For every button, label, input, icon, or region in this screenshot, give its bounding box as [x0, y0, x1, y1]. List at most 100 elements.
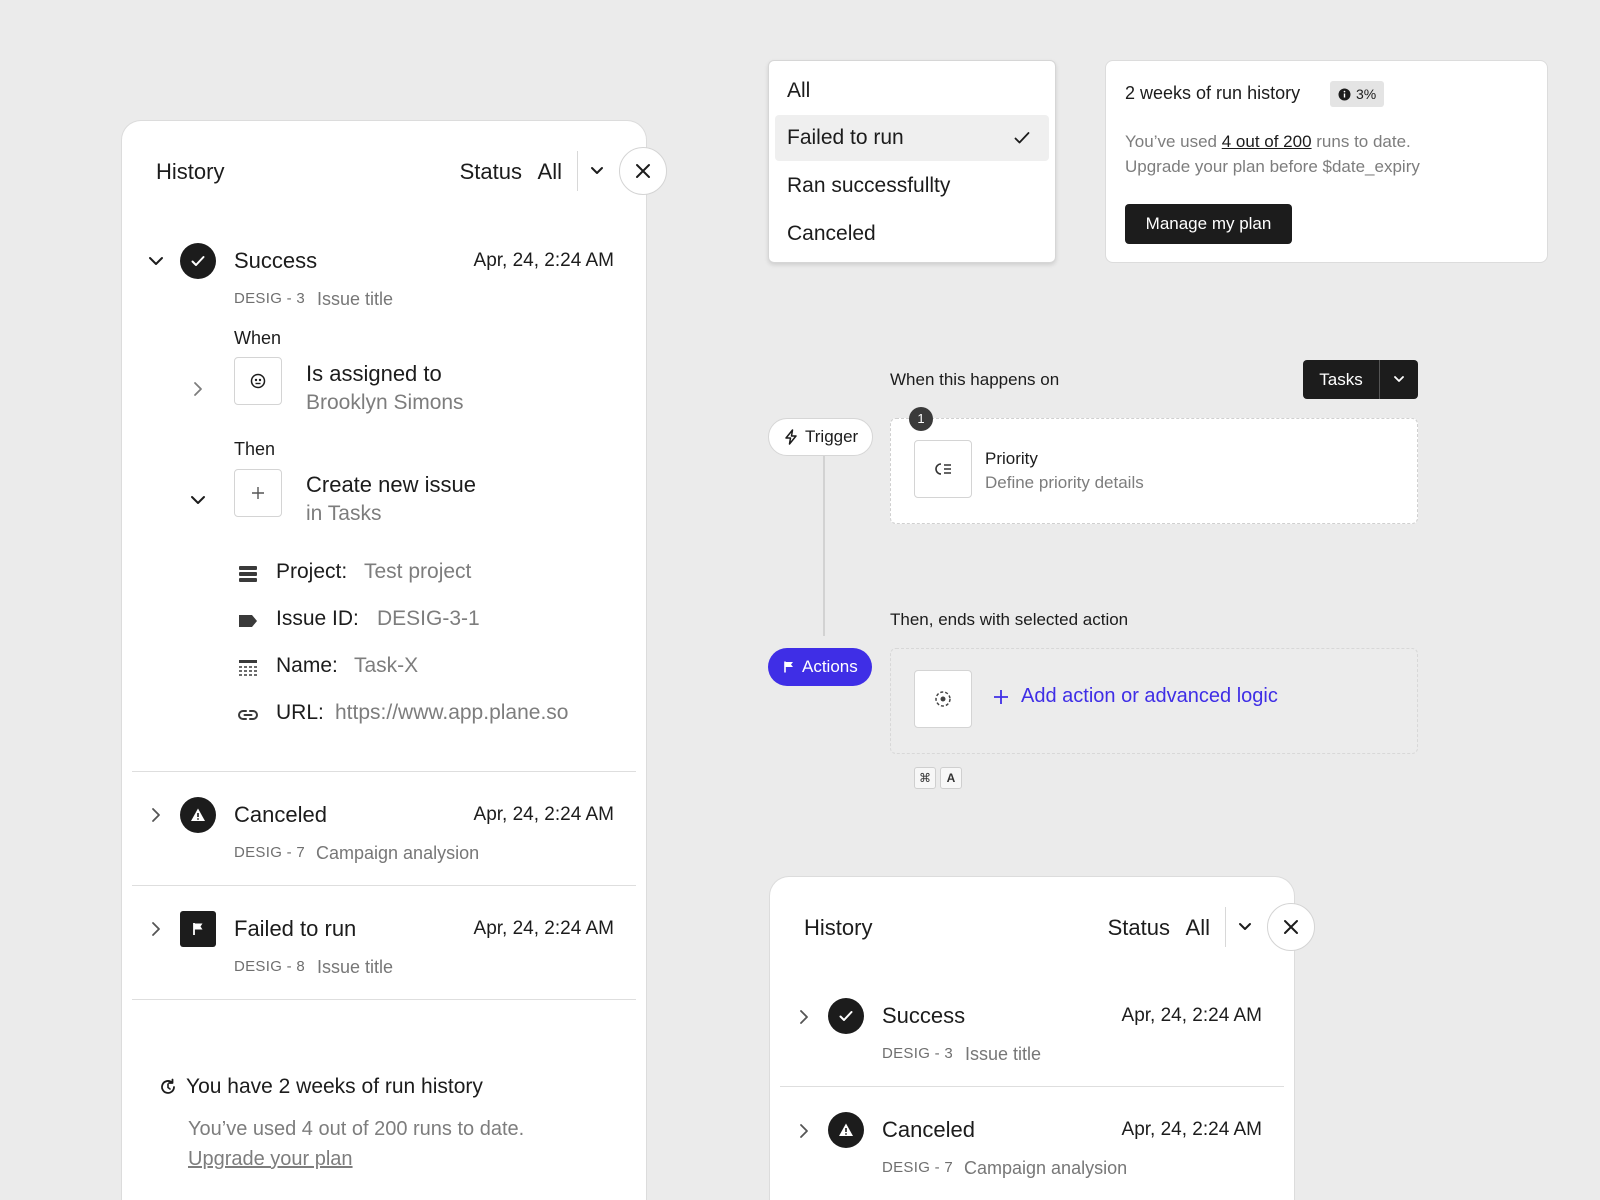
usage-percent: 3%: [1356, 86, 1377, 102]
history-title: History: [156, 159, 225, 184]
then-label: Then: [234, 439, 276, 459]
success-check-icon: [180, 243, 216, 279]
plus-icon: [994, 689, 1008, 704]
chevron-down-icon[interactable]: [188, 490, 208, 510]
usage-line1-prefix: You’ve used: [1125, 132, 1222, 151]
row-status-title[interactable]: Canceled: [882, 1117, 975, 1143]
add-action-card[interactable]: Add action or advanced logic: [890, 648, 1418, 754]
expand-row-icon[interactable]: [146, 919, 166, 939]
chevron-right-icon[interactable]: [188, 379, 208, 399]
row-date: Apr, 24, 2:24 AM: [473, 804, 614, 825]
success-check-icon: [828, 998, 864, 1034]
chevron-down-icon[interactable]: [588, 161, 606, 179]
info-icon: [1338, 88, 1351, 100]
row-subtitle: Issue title: [965, 1044, 1042, 1064]
then-main: Create new issue: [306, 472, 476, 497]
history-panel-left: History Status All Success Apr, 24, 2:24…: [121, 120, 647, 1200]
flag-icon: [784, 661, 793, 673]
expand-row-icon[interactable]: [794, 1121, 814, 1141]
runs-used-link[interactable]: 4 out of 200: [1222, 132, 1312, 151]
status-option-all[interactable]: All: [775, 68, 1049, 114]
field-issue-id-value: DESIG-3-1: [377, 607, 480, 630]
close-history-button[interactable]: [1267, 903, 1315, 951]
priority-icon-box: [914, 440, 972, 498]
when-heading: When this happens on: [890, 370, 1060, 389]
then-heading: Then, ends with selected action: [890, 610, 1129, 629]
row-subtitle: Issue title: [317, 289, 394, 309]
status-option-failed[interactable]: Failed to run: [775, 115, 1049, 161]
create-issue-icon-box: [234, 469, 282, 517]
upgrade-plan-link[interactable]: Upgrade your plan: [188, 1148, 353, 1171]
name-icon: [237, 657, 259, 679]
history-panel-right: History Status All Success Apr, 24, 2:24…: [769, 876, 1295, 1200]
field-url-value[interactable]: https://www.app.plane.so: [335, 701, 568, 725]
option-label: Failed to run: [787, 126, 904, 149]
expand-row-icon[interactable]: [146, 805, 166, 825]
assignee-icon-box: [234, 357, 282, 405]
status-option-canceled[interactable]: Canceled: [775, 211, 1049, 257]
project-icon: [237, 563, 259, 585]
row-subtitle: Issue title: [317, 957, 394, 977]
row-divider: [132, 999, 636, 1000]
row-status-title[interactable]: Failed to run: [234, 916, 356, 942]
field-project-value: Test project: [364, 560, 472, 583]
bolt-icon: [785, 429, 797, 445]
usage-badge: 3%: [1330, 81, 1385, 107]
action-icon-box: [914, 670, 972, 728]
usage-title: 2 weeks of run history: [1125, 83, 1301, 103]
row-subtitle: Campaign analysion: [964, 1158, 1128, 1178]
status-dropdown-menu: All Failed to run Ran successfullty Canc…: [768, 60, 1056, 263]
check-icon: [1014, 132, 1030, 144]
row-divider: [780, 1086, 1284, 1087]
add-action-link[interactable]: Add action or advanced logic: [993, 685, 1278, 708]
scope-button[interactable]: Tasks: [1303, 360, 1379, 399]
usage-line1-suffix: runs to date.: [1311, 132, 1411, 151]
row-status-title[interactable]: Canceled: [234, 802, 327, 828]
warning-icon: [828, 1112, 864, 1148]
field-project-label: Project:: [276, 560, 348, 583]
status-option-success[interactable]: Ran successfullty: [775, 163, 1049, 209]
trigger-pill[interactable]: Trigger: [768, 418, 874, 456]
scope-button-group: Tasks: [1303, 360, 1418, 399]
row-status-title[interactable]: Success: [234, 248, 317, 274]
row-issue-id: DESIG - 7: [234, 844, 306, 861]
status-filter-label: Status: [1107, 915, 1170, 940]
priority-icon: [935, 463, 951, 475]
when-sub: Brooklyn Simons: [306, 391, 464, 414]
row-date: Apr, 24, 2:24 AM: [1121, 1119, 1262, 1140]
user-circle-icon: [250, 373, 266, 389]
footer-usage-text: You’ve used 4 out of 200 runs to date.: [188, 1118, 525, 1140]
field-name-label: Name:: [276, 654, 338, 677]
plus-icon: [252, 487, 264, 499]
status-filter-value[interactable]: All: [538, 159, 562, 185]
trigger-card[interactable]: 1 Priority Define priority details: [890, 407, 1418, 524]
row-status-title[interactable]: Success: [882, 1003, 965, 1029]
filter-separator: [577, 151, 578, 191]
status-filter-value[interactable]: All: [1186, 915, 1210, 941]
chevron-down-icon[interactable]: [1391, 371, 1407, 387]
close-history-button[interactable]: [619, 147, 667, 195]
history-header: History Status All: [122, 121, 646, 223]
expand-row-icon[interactable]: [794, 1007, 814, 1027]
row-subtitle: Campaign analysion: [316, 843, 480, 863]
scope-separator: [1379, 360, 1380, 399]
row-divider: [132, 885, 636, 886]
link-icon: [237, 704, 259, 726]
filter-separator: [1225, 907, 1226, 947]
close-icon: [1284, 920, 1298, 934]
field-name-value: Task-X: [354, 654, 419, 677]
actions-pill[interactable]: Actions: [768, 648, 872, 686]
row-date: Apr, 24, 2:24 AM: [473, 250, 614, 271]
when-main: Is assigned to: [306, 361, 442, 386]
when-label: When: [234, 328, 282, 348]
close-icon: [636, 164, 650, 178]
chevron-down-icon[interactable]: [1236, 917, 1254, 935]
footer-title: You have 2 weeks of run history: [186, 1075, 483, 1098]
collapse-row-icon[interactable]: [146, 251, 166, 271]
trigger-step-badge: 1: [909, 407, 933, 431]
then-sub: in Tasks: [306, 502, 382, 525]
trigger-label: Trigger: [805, 427, 859, 446]
timeline-connector: [823, 456, 825, 636]
manage-plan-button[interactable]: Manage my plan: [1125, 204, 1292, 244]
field-url-label: URL:: [276, 701, 324, 724]
